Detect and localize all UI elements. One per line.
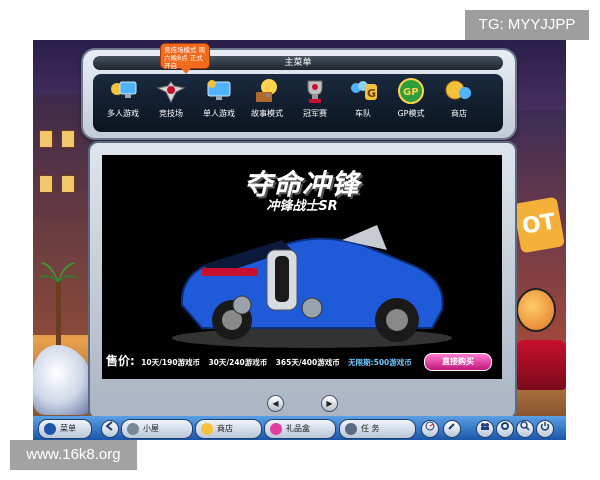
- prev-item-button[interactable]: ◀: [267, 395, 284, 412]
- menu-item-label: 竞技场: [159, 109, 183, 118]
- svg-text:GP: GP: [403, 87, 419, 98]
- monitor-single-icon: [207, 80, 231, 100]
- speed-gauge-button[interactable]: [421, 420, 439, 438]
- character-avatar: [516, 288, 556, 332]
- search-icon: [520, 421, 530, 431]
- menu-item-label: 冠军赛: [303, 109, 327, 118]
- menu-item-team[interactable]: G 车队: [341, 76, 385, 134]
- room-button[interactable]: 小屋: [121, 419, 193, 439]
- menu-item-story-mode[interactable]: 故事模式: [245, 76, 289, 134]
- power-button[interactable]: [536, 420, 554, 438]
- watermark-bottom: www.16k8.org: [10, 440, 137, 470]
- bottom-taskbar: 菜单 小屋 商店 礼品盒 任 务: [33, 416, 566, 440]
- price-option: 365天/400游戏币: [275, 358, 340, 367]
- palm-tree-icon: [38, 262, 78, 345]
- team-g-icon: G: [351, 81, 377, 100]
- menu-item-gp-mode[interactable]: GP GP模式: [389, 76, 433, 134]
- tools-button[interactable]: [443, 420, 461, 438]
- menu-button[interactable]: 菜单: [38, 419, 92, 439]
- svg-text:G: G: [367, 87, 376, 100]
- menu-item-label: 多人游戏: [107, 109, 139, 118]
- menu-button-label: 菜单: [60, 424, 76, 433]
- task-list-icon: [345, 422, 357, 435]
- menu-item-championship[interactable]: 冠军赛: [293, 76, 337, 134]
- gear-icon: [501, 422, 509, 430]
- gift-icon: [270, 422, 282, 435]
- monitor-group-icon: [111, 81, 137, 98]
- menu-item-label: 单人游戏: [203, 109, 235, 118]
- neon-sign: OT: [512, 196, 566, 254]
- showcase-panel: 夺命冲锋 冲锋战士SR 售价: 10天/190游戏币 30天/240游戏币 36…: [88, 141, 517, 420]
- showcase-display: 夺命冲锋 冲锋战士SR 售价: 10天/190游戏币 30天/240游戏币 36…: [102, 155, 502, 379]
- shop-button[interactable]: 商店: [195, 419, 262, 439]
- next-item-button[interactable]: ▶: [321, 395, 338, 412]
- wrench-icon: [448, 423, 455, 430]
- task-button[interactable]: 任 务: [339, 419, 416, 439]
- game-window: OT 主菜单 多人游戏 竞技场 单人游戏 故事模式 冠军赛 G 车队 GP GP…: [33, 40, 566, 440]
- menu-icon: [44, 422, 56, 435]
- main-menu-title: 主菜单: [93, 56, 503, 70]
- winged-helmet-icon: [156, 81, 186, 104]
- window-light: [61, 175, 75, 193]
- window-light: [39, 175, 53, 193]
- back-button[interactable]: [101, 420, 119, 438]
- buy-button[interactable]: 直接购买: [424, 353, 492, 371]
- shop-button-label: 商店: [217, 424, 233, 433]
- window-light: [61, 130, 75, 148]
- house-icon: [127, 422, 139, 435]
- price-unlimited: 无限期:500游戏币: [348, 358, 412, 367]
- menu-item-multiplayer[interactable]: 多人游戏: [101, 76, 145, 134]
- arena-notice-tooltip: 竞技场模式 周六晚8点 正式开启: [160, 43, 210, 74]
- settings-button[interactable]: [496, 420, 514, 438]
- kart-right: [516, 340, 566, 390]
- menu-item-label: 故事模式: [251, 109, 283, 118]
- friends-icon: [481, 423, 489, 430]
- price-option: 30天/240游戏币: [208, 358, 268, 367]
- menu-item-label: GP模式: [397, 109, 425, 118]
- price-bar: 售价: 10天/190游戏币 30天/240游戏币 365天/400游戏币 无限…: [102, 350, 502, 372]
- parked-car-left: [33, 345, 93, 415]
- gift-box-button-label: 礼品盒: [286, 424, 310, 433]
- price-option: 10天/190游戏币: [141, 358, 201, 367]
- price-label: 售价:: [106, 354, 135, 368]
- window-light: [39, 130, 53, 148]
- power-icon: [540, 422, 550, 431]
- menu-item-label: 车队: [355, 109, 371, 118]
- search-button[interactable]: [516, 420, 534, 438]
- friends-button[interactable]: [476, 420, 494, 438]
- gauge-icon: [425, 421, 435, 431]
- gp-badge-icon: GP: [398, 78, 424, 104]
- book-lightbulb-icon: [256, 79, 277, 102]
- menu-item-shop[interactable]: 商店: [437, 76, 481, 134]
- shop-coin-icon: [445, 80, 471, 100]
- arrow-left-icon: [105, 421, 113, 431]
- room-button-label: 小屋: [143, 424, 159, 433]
- gift-box-button[interactable]: 礼品盒: [264, 419, 336, 439]
- watermark-top: TG: MYYJJPP: [465, 10, 589, 40]
- race-car-image: [172, 225, 452, 348]
- task-button-label: 任 务: [361, 424, 380, 433]
- trophy-icon: [307, 80, 323, 103]
- menu-item-label: 商店: [451, 109, 467, 118]
- menu-item-single-player[interactable]: 单人游戏: [197, 76, 241, 134]
- coin-icon: [201, 422, 213, 435]
- main-menu-panel: 主菜单 多人游戏 竞技场 单人游戏 故事模式 冠军赛 G 车队 GP GP模式 …: [81, 48, 517, 140]
- menu-item-arena[interactable]: 竞技场: [149, 76, 193, 134]
